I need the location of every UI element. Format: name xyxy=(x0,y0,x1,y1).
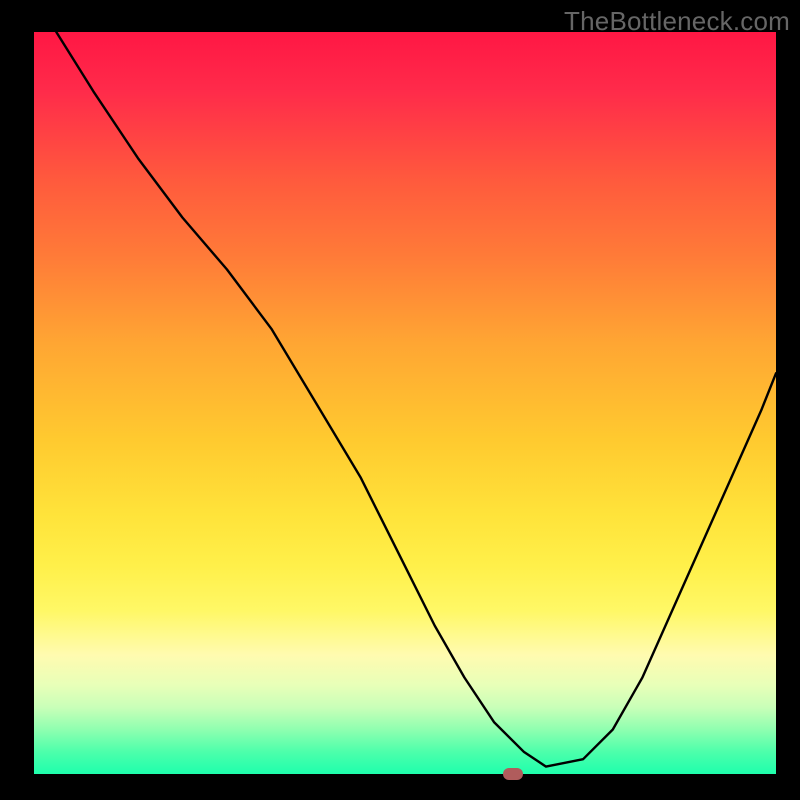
chart-container: TheBottleneck.com xyxy=(0,0,800,800)
watermark-text: TheBottleneck.com xyxy=(564,6,790,37)
chart-line-path xyxy=(56,32,776,767)
chart-marker xyxy=(503,768,523,780)
chart-svg xyxy=(34,32,776,774)
